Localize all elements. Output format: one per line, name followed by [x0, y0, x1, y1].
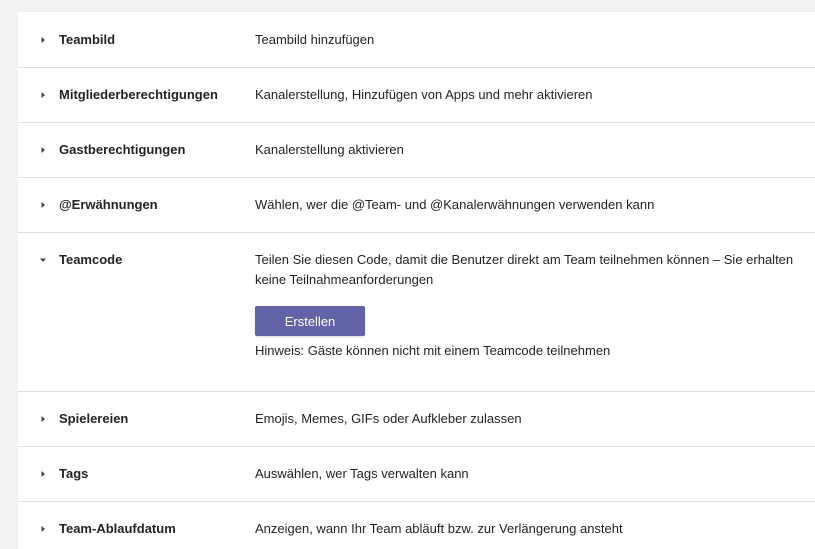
setting-row-tags[interactable]: Tags Auswählen, wer Tags verwalten kann	[18, 447, 815, 502]
caret-right-icon[interactable]	[38, 35, 48, 45]
caret-right-icon[interactable]	[38, 200, 48, 210]
caret-right-icon[interactable]	[38, 145, 48, 155]
setting-description: Teambild hinzufügen	[255, 32, 375, 47]
team-settings-panel: Teambild Teambild hinzufügen Mitgliederb…	[18, 12, 815, 549]
setting-description: Anzeigen, wann Ihr Team abläuft bzw. zur…	[255, 521, 623, 536]
create-teamcode-button[interactable]: Erstellen	[255, 306, 365, 336]
setting-row-mitgliederberechtigungen[interactable]: Mitgliederberechtigungen Kanalerstellung…	[18, 68, 815, 123]
caret-right-icon[interactable]	[38, 414, 48, 424]
setting-row-teamcode[interactable]: Teamcode Teilen Sie diesen Code, damit d…	[18, 233, 815, 392]
setting-row-team-ablaufdatum[interactable]: Team-Ablaufdatum Anzeigen, wann Ihr Team…	[18, 502, 815, 549]
setting-title[interactable]: Teamcode	[59, 252, 122, 267]
teamcode-hint: Hinweis: Gäste können nicht mit einem Te…	[255, 343, 611, 358]
setting-title[interactable]: Spielereien	[59, 411, 128, 426]
setting-description: Teilen Sie diesen Code, damit die Benutz…	[255, 252, 794, 287]
setting-description: Auswählen, wer Tags verwalten kann	[255, 466, 469, 481]
setting-description: Wählen, wer die @Team- und @Kanalerwähnu…	[255, 197, 655, 212]
setting-description: Kanalerstellung, Hinzufügen von Apps und…	[255, 87, 593, 102]
setting-row-erwaehnungen[interactable]: @Erwähnungen Wählen, wer die @Team- und …	[18, 178, 815, 233]
setting-row-spielereien[interactable]: Spielereien Emojis, Memes, GIFs oder Auf…	[18, 392, 815, 447]
setting-description: Kanalerstellung aktivieren	[255, 142, 404, 157]
caret-right-icon[interactable]	[38, 469, 48, 479]
setting-title[interactable]: @Erwähnungen	[59, 197, 158, 212]
setting-row-teambild[interactable]: Teambild Teambild hinzufügen	[18, 12, 815, 68]
setting-title[interactable]: Tags	[59, 466, 88, 481]
setting-row-gastberechtigungen[interactable]: Gastberechtigungen Kanalerstellung aktiv…	[18, 123, 815, 178]
caret-right-icon[interactable]	[38, 524, 48, 534]
setting-title[interactable]: Mitgliederberechtigungen	[59, 87, 218, 102]
caret-down-icon[interactable]	[38, 255, 48, 265]
caret-right-icon[interactable]	[38, 90, 48, 100]
setting-title[interactable]: Team-Ablaufdatum	[59, 521, 176, 536]
settings-page: Teambild Teambild hinzufügen Mitgliederb…	[0, 0, 815, 549]
setting-title[interactable]: Teambild	[59, 32, 115, 47]
setting-title[interactable]: Gastberechtigungen	[59, 142, 185, 157]
setting-description: Emojis, Memes, GIFs oder Aufkleber zulas…	[255, 411, 522, 426]
